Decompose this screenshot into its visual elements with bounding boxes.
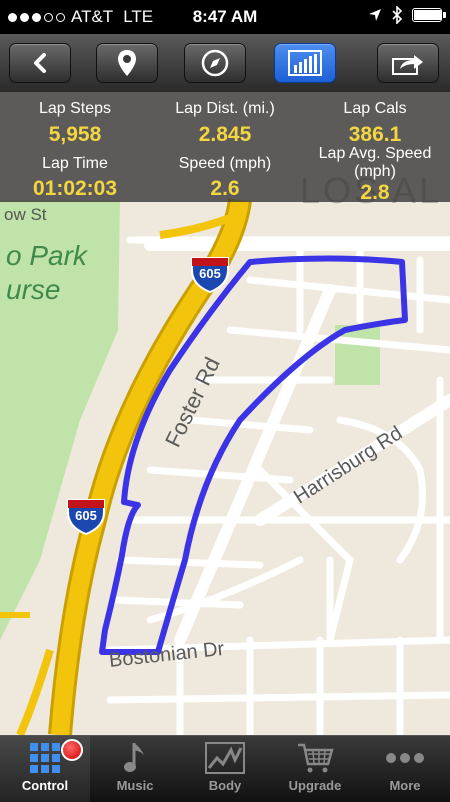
- park-label-line2: urse: [6, 274, 61, 305]
- lap-steps-label: Lap Steps: [38, 100, 112, 117]
- tab-control-label: Control: [21, 778, 69, 793]
- map-pin-icon: [118, 50, 136, 76]
- tab-upgrade[interactable]: Upgrade: [270, 736, 360, 802]
- bluetooth-icon: [392, 6, 402, 24]
- lap-avg-speed-unit: (mph): [354, 163, 396, 180]
- lap-cals-label: Lap Cals: [343, 100, 407, 117]
- tab-more-label: More: [389, 778, 421, 793]
- lap-steps-stat: Lap Steps 5,958: [0, 100, 150, 147]
- battery-icon: [412, 8, 446, 22]
- lap-steps-value: 5,958: [48, 123, 102, 146]
- status-bar: AT&T LTE 8:47 AM: [0, 0, 450, 34]
- body-chart-icon: [205, 742, 245, 774]
- location-arrow-icon: [369, 9, 381, 21]
- music-note-icon: [124, 743, 144, 772]
- lap-distance-label: Lap Dist. (mi.): [175, 100, 275, 117]
- tab-upgrade-label: Upgrade: [288, 778, 342, 793]
- tab-control[interactable]: Control: [0, 736, 90, 802]
- share-button[interactable]: [377, 43, 439, 83]
- compass-icon: [201, 49, 229, 77]
- lap-time-value: 01:02:03: [32, 177, 118, 200]
- tab-body[interactable]: Body: [180, 736, 270, 802]
- chevron-left-icon: [34, 53, 46, 73]
- lap-avg-speed-label: Lap Avg. Speed: [318, 145, 432, 162]
- speed-stat: Speed (mph) 2.6: [150, 155, 300, 201]
- top-toolbar: [0, 34, 450, 92]
- lap-distance-value: 2.845: [198, 123, 252, 146]
- street-label-top: ow St: [4, 205, 47, 224]
- tab-music[interactable]: Music: [90, 736, 180, 802]
- location-button[interactable]: [96, 43, 158, 83]
- lap-time-stat: Lap Time 01:02:03: [0, 155, 150, 201]
- keypad-icon: [30, 743, 60, 773]
- shield-605-bottom-label: 605: [75, 508, 97, 523]
- more-dots-icon: [386, 753, 424, 763]
- speed-value: 2.6: [210, 177, 240, 200]
- back-button[interactable]: [9, 43, 71, 83]
- shopping-cart-icon: [298, 743, 334, 773]
- tab-body-label: Body: [208, 778, 242, 793]
- lap-cals-value: 386.1: [348, 123, 402, 146]
- lap-distance-stat: Lap Dist. (mi.) 2.845: [150, 100, 300, 147]
- lap-avg-speed-stat: Lap Avg. Speed (mph) 2.8: [300, 145, 450, 205]
- lap-avg-speed-value: 2.8: [360, 181, 390, 204]
- bar-chart-icon: [288, 50, 322, 76]
- recording-indicator: [61, 739, 83, 761]
- lap-time-label: Lap Time: [42, 155, 108, 172]
- park-label-line1: o Park: [6, 240, 87, 271]
- stats-button[interactable]: [274, 43, 336, 83]
- speed-label: Speed (mph): [178, 155, 272, 172]
- bottom-tab-bar: Control Music Body Upgrade More: [0, 735, 450, 802]
- compass-button[interactable]: [184, 43, 246, 83]
- tab-more[interactable]: More: [360, 736, 450, 802]
- shield-605-top-label: 605: [199, 266, 221, 281]
- share-arrow-icon: [392, 55, 423, 75]
- lap-cals-stat: Lap Cals 386.1: [300, 100, 450, 147]
- tab-music-label: Music: [116, 778, 154, 793]
- lap-stats-panel: Lap Steps 5,958 Lap Dist. (mi.) 2.845 La…: [0, 92, 450, 205]
